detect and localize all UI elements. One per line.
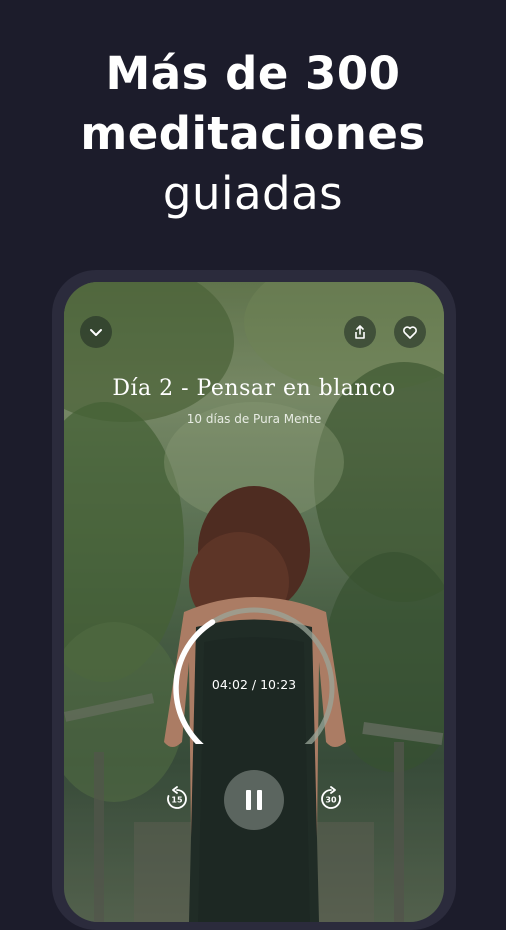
share-button[interactable] bbox=[344, 316, 376, 348]
share-icon bbox=[355, 325, 365, 339]
progress-ring[interactable] bbox=[156, 598, 352, 744]
phone-frame: Día 2 - Pensar en blanco 10 días de Pura… bbox=[52, 270, 456, 930]
forward-seconds-label: 30 bbox=[325, 796, 337, 805]
player-screen: Día 2 - Pensar en blanco 10 días de Pura… bbox=[64, 282, 444, 922]
headline: Más de 300 meditaciones guiadas bbox=[0, 44, 506, 224]
collapse-button[interactable] bbox=[80, 316, 112, 348]
episode-subtitle: 10 días de Pura Mente bbox=[186, 412, 322, 426]
rewind-15-button[interactable]: 15 bbox=[162, 784, 192, 814]
pause-icon bbox=[246, 790, 262, 810]
headline-line-2: meditaciones bbox=[80, 107, 426, 160]
headline-line-3: guiadas bbox=[162, 167, 344, 220]
forward-30-button[interactable]: 30 bbox=[316, 784, 346, 814]
favorite-button[interactable] bbox=[394, 316, 426, 348]
chevron-down-icon bbox=[90, 329, 102, 336]
forward-30-icon: 30 bbox=[321, 786, 341, 809]
headline-line-1: Más de 300 bbox=[105, 47, 401, 100]
heart-icon bbox=[403, 326, 417, 339]
elapsed-total-time: 04:02 / 10:23 bbox=[211, 677, 297, 692]
rewind-15-icon: 15 bbox=[167, 786, 187, 809]
episode-title: Día 2 - Pensar en blanco bbox=[112, 376, 396, 401]
pause-button[interactable] bbox=[224, 770, 284, 830]
rewind-seconds-label: 15 bbox=[171, 796, 183, 805]
